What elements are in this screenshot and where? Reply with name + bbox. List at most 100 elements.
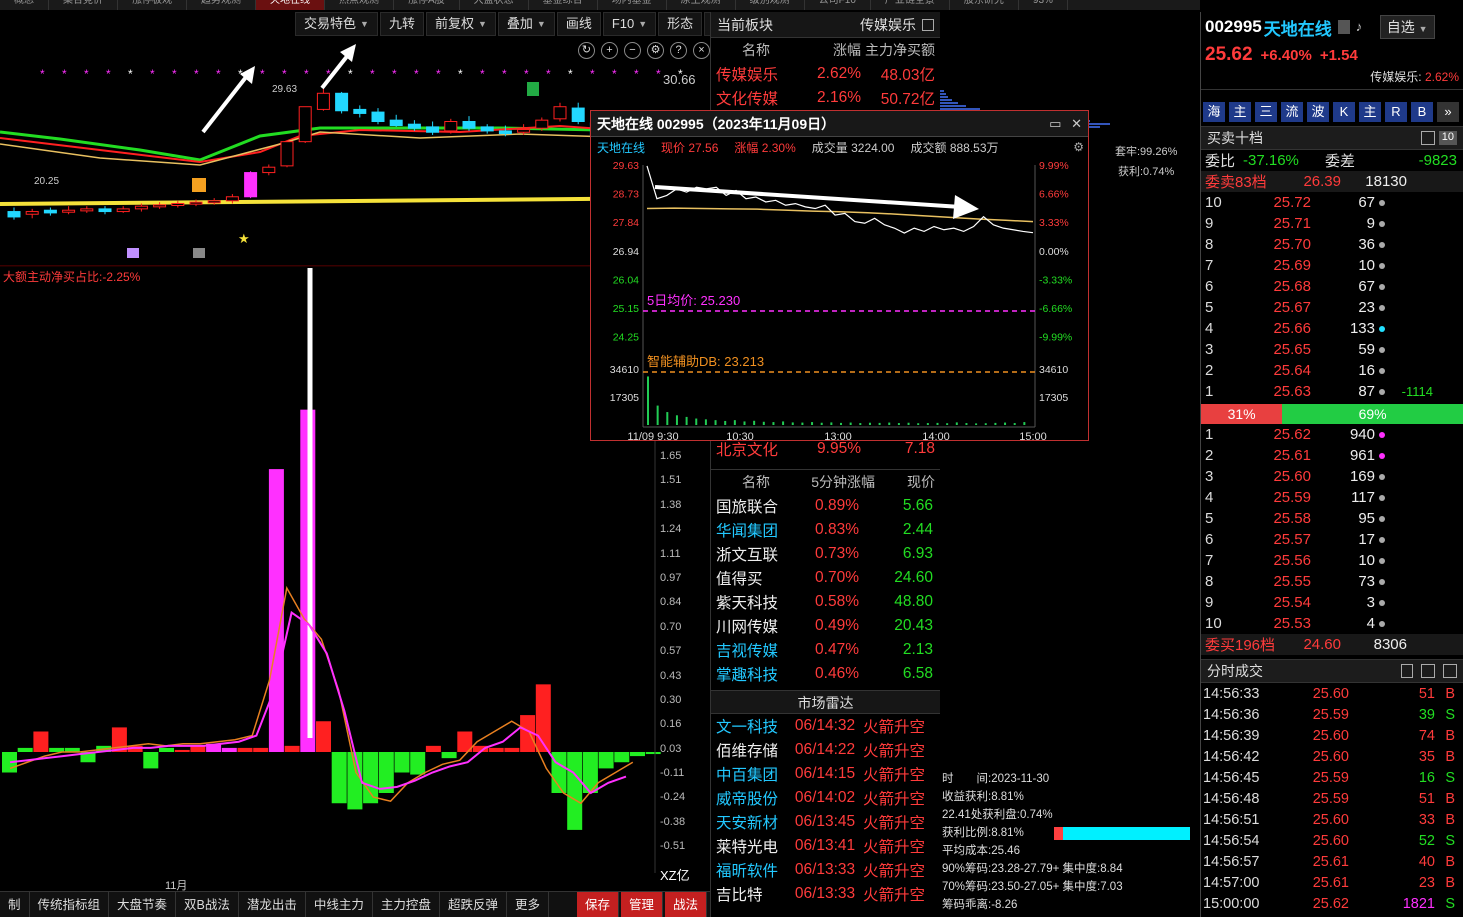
buy-level-row[interactable]: 8 25.55 73 xyxy=(1201,571,1463,592)
quote-function-button[interactable]: 主 xyxy=(1229,102,1251,122)
quote-function-button[interactable]: 海 xyxy=(1203,102,1225,122)
pattern-button[interactable]: 形态 xyxy=(658,12,703,36)
sell-level-row[interactable]: 10 25.72 67 xyxy=(1201,192,1463,213)
buy-level-row[interactable]: 9 25.54 3 xyxy=(1201,592,1463,613)
buy-level-row[interactable]: 7 25.56 10 xyxy=(1201,550,1463,571)
bottom-tool-button[interactable]: 中线主力 xyxy=(306,891,373,917)
speed-row[interactable]: 值得买 0.70% 24.60 xyxy=(711,566,940,590)
top-tab[interactable]: 概念 xyxy=(0,0,49,10)
radar-row[interactable]: 莱特光电 06/13:41 火箭升空 xyxy=(711,834,940,858)
intraday-chart[interactable]: 29.63 28.73 27.84 26.94 26.04 25.15 24.25 9.99%… xyxy=(591,157,1088,441)
top-tab[interactable]: 涨停A股 xyxy=(394,0,460,10)
buy-level-row[interactable]: 2 25.61 961 xyxy=(1201,445,1463,466)
buy-level-row[interactable]: 6 25.57 17 xyxy=(1201,529,1463,550)
speed-row[interactable]: 吉视传媒 0.47% 2.13 xyxy=(711,638,940,662)
top-tab[interactable]: 原生观测 xyxy=(667,0,736,10)
calculator-icon[interactable] xyxy=(1420,131,1435,145)
speed-row[interactable]: 国旅联合 0.89% 5.66 xyxy=(711,494,940,518)
radar-row[interactable]: 中百集团 06/14:15 火箭升空 xyxy=(711,762,940,786)
expand-icon[interactable] xyxy=(922,18,934,31)
bottom-tool-button[interactable]: 制 xyxy=(0,891,30,917)
quote-function-button[interactable]: K xyxy=(1333,102,1355,122)
radar-row[interactable]: 文一科技 06/14:32 火箭升空 xyxy=(711,714,940,738)
buy-level-row[interactable]: 4 25.59 117 xyxy=(1201,487,1463,508)
top-tab[interactable]: 涨停板观 xyxy=(118,0,187,10)
quote-function-button[interactable]: B xyxy=(1411,102,1433,122)
radar-row[interactable]: 威帝股份 06/14:02 火箭升空 xyxy=(711,786,940,810)
quote-function-button[interactable]: 三 xyxy=(1255,102,1277,122)
sell-level-row[interactable]: 2 25.64 16 xyxy=(1201,360,1463,381)
bottom-tool-button[interactable]: 主力控盘 xyxy=(373,891,440,917)
sell-level-row[interactable]: 8 25.70 36 xyxy=(1201,234,1463,255)
sell-level-row[interactable]: 1 25.63 87 -1114 xyxy=(1201,381,1463,402)
nine-turn-button[interactable]: 九转 xyxy=(379,12,424,36)
gear-icon[interactable]: ⚙ xyxy=(1073,140,1084,154)
bottom-tool-button[interactable]: 保存 xyxy=(576,891,619,917)
buy-level-row[interactable]: 5 25.58 95 xyxy=(1201,508,1463,529)
info-icon[interactable] xyxy=(1337,20,1350,34)
trade-feature-dropdown[interactable]: 交易特色 ▼ xyxy=(295,12,378,36)
bottom-tool-button[interactable]: 超跌反弹 xyxy=(440,891,507,917)
buy-level-row[interactable]: 10 25.53 4 xyxy=(1201,613,1463,634)
restore-icon[interactable]: ▭ xyxy=(1049,116,1061,131)
sell-level-row[interactable]: 5 25.67 23 xyxy=(1201,297,1463,318)
sector-row[interactable]: 文化传媒 2.16% 50.72亿 xyxy=(711,86,940,110)
speed-row[interactable]: 掌趣科技 0.46% 6.58 xyxy=(711,662,940,686)
bottom-tool-button[interactable]: 传统指标组 xyxy=(30,891,110,917)
quote-function-button[interactable]: 主 xyxy=(1359,102,1381,122)
quote-function-button[interactable]: R xyxy=(1385,102,1407,122)
top-tab[interactable]: 93% xyxy=(1019,0,1068,10)
radar-row[interactable]: 佰维存储 06/14:22 火箭升空 xyxy=(711,738,940,762)
top-tab[interactable]: 热点观测 xyxy=(325,0,394,10)
sell-level-row[interactable]: 7 25.69 10 xyxy=(1201,255,1463,276)
sell-level-row[interactable]: 4 25.66 133 xyxy=(1201,318,1463,339)
speed-row[interactable]: 川网传媒 0.49% 20.43 xyxy=(711,614,940,638)
top-tab[interactable]: 场内基金 xyxy=(598,0,667,10)
bottom-tool-button[interactable]: 更多 xyxy=(507,891,549,917)
top-tab[interactable]: 基金综合 xyxy=(529,0,598,10)
expand-icon[interactable] xyxy=(1443,664,1457,678)
speed-row[interactable]: 华闻集团 0.83% 2.44 xyxy=(711,518,940,542)
f10-dropdown[interactable]: F10 ▼ xyxy=(602,12,657,36)
sell-level-row[interactable]: 9 25.71 9 xyxy=(1201,213,1463,234)
top-tab[interactable]: 产业链全景 xyxy=(871,0,950,10)
radar-row[interactable]: 吉比特 06/13:33 火箭升空 xyxy=(711,882,940,906)
draw-line-button[interactable]: 画线 xyxy=(556,12,601,36)
bottom-tool-button[interactable]: 双B战法 xyxy=(176,891,239,917)
speed-row[interactable]: 浙文互联 0.73% 6.93 xyxy=(711,542,940,566)
lock-icon[interactable] xyxy=(1401,664,1413,678)
top-tab[interactable]: 公司F10 xyxy=(805,0,871,10)
bottom-tool-button[interactable]: 战法 xyxy=(665,891,708,917)
bell-icon[interactable]: ♪ xyxy=(1356,19,1372,35)
top-tab[interactable]: 趋势观测 xyxy=(187,0,256,10)
radar-row[interactable]: 福昕软件 06/13:33 火箭升空 xyxy=(711,858,940,882)
top-tab[interactable]: 集合竞价 xyxy=(49,0,118,10)
top-tab[interactable]: 大盘状态 xyxy=(460,0,529,10)
top-tab[interactable]: 级别观测 xyxy=(736,0,805,10)
bottom-tool-button[interactable]: 管理 xyxy=(620,891,663,917)
buy-level-row[interactable]: 3 25.60 169 xyxy=(1201,466,1463,487)
sector-current-name[interactable]: 传媒娱乐 xyxy=(860,15,916,35)
popup-title-bar[interactable]: 天地在线 002995（2023年11月09日） ▭ ✕ xyxy=(591,111,1088,137)
close-icon[interactable]: ✕ xyxy=(1071,116,1082,131)
quote-function-button[interactable]: 波 xyxy=(1307,102,1329,122)
top-tab[interactable]: 天地在线 xyxy=(256,0,325,10)
overlay-dropdown[interactable]: 叠加 ▼ xyxy=(497,12,555,36)
calculator-icon[interactable] xyxy=(1421,664,1435,678)
bottom-tool-button[interactable]: 潜龙出击 xyxy=(239,891,306,917)
speed-row[interactable]: 紫天科技 0.58% 48.80 xyxy=(711,590,940,614)
intraday-popup[interactable]: 天地在线 002995（2023年11月09日） ▭ ✕ 天地在线 现价 27.… xyxy=(590,110,1089,441)
radar-row[interactable]: 天安新材 06/13:45 火箭升空 xyxy=(711,810,940,834)
top-tab[interactable]: 股东研究 xyxy=(950,0,1019,10)
pre-restore-dropdown[interactable]: 前复权 ▼ xyxy=(425,12,496,36)
self-select-dropdown[interactable]: 自选 ▼ xyxy=(1379,15,1435,39)
buy-level-row[interactable]: 1 25.62 940 xyxy=(1201,424,1463,445)
sell-level-row[interactable]: 3 25.65 59 xyxy=(1201,339,1463,360)
level-number: 1 xyxy=(1205,383,1214,400)
sector-row[interactable]: 传媒娱乐 2.62% 48.03亿 xyxy=(711,62,940,86)
quote-function-button[interactable]: 流 xyxy=(1281,102,1303,122)
double-chevron-right-icon[interactable]: » xyxy=(1437,102,1459,122)
bottom-tool-button[interactable]: 大盘节奏 xyxy=(109,891,177,917)
depth-10-button[interactable]: 10 xyxy=(1438,131,1457,145)
sell-level-row[interactable]: 6 25.68 67 xyxy=(1201,276,1463,297)
